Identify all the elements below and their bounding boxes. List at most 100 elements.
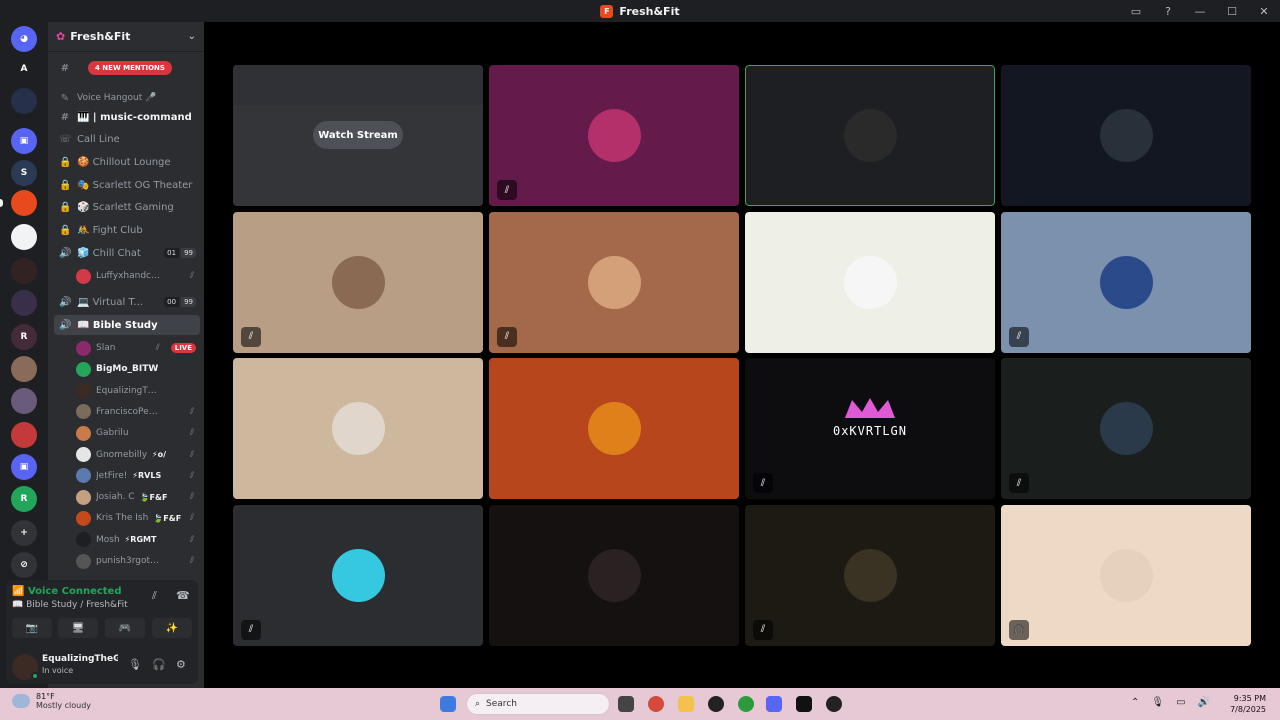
gear-icon[interactable]: ⚙	[176, 658, 186, 671]
server-icon[interactable]: R	[11, 324, 37, 350]
watch-stream-button[interactable]: Watch Stream	[313, 121, 403, 149]
chevron-down-icon[interactable]: ⌄	[188, 31, 196, 42]
server-icon[interactable]: ◕	[11, 26, 37, 52]
participant-tile[interactable]	[233, 358, 483, 499]
volume-icon[interactable]: 🔊	[1198, 697, 1210, 708]
avatar	[1100, 109, 1153, 162]
xbox-icon[interactable]	[738, 696, 754, 712]
weather-widget[interactable]: 81°F Mostly cloudy	[12, 692, 91, 710]
participant-tile[interactable]: ⫽	[489, 211, 739, 353]
disconnect-icon[interactable]: ☎	[176, 589, 190, 602]
server-icon[interactable]	[11, 388, 37, 414]
participant-tile[interactable]	[489, 504, 739, 646]
minimize-button[interactable]: —	[1184, 5, 1216, 18]
avatar	[588, 548, 641, 602]
terminal-icon[interactable]	[796, 696, 812, 712]
participant-tile[interactable]: ⫽	[1001, 211, 1251, 353]
voice-user-name: Mosh	[96, 534, 120, 545]
camera-button[interactable]: 📷	[12, 618, 52, 638]
voice-user[interactable]: Gnomebilly ⚡o/ ⫽	[76, 445, 200, 465]
new-mentions-badge[interactable]: 4 NEW MENTIONS	[88, 61, 172, 75]
inbox-icon[interactable]: ▭	[1120, 5, 1152, 18]
crown-logo-icon	[845, 398, 895, 418]
obs-icon[interactable]	[708, 696, 724, 712]
noise-suppression-icon[interactable]: ⫽	[152, 589, 157, 603]
channel-item[interactable]: 🔒 🎭 Scarlett OG Theater	[54, 175, 200, 195]
voice-user[interactable]: JetFire! ⚡RVLS ⫽	[76, 466, 200, 486]
task-view-icon[interactable]	[618, 696, 634, 712]
channel-item[interactable]: 🔒 🤼 Fight Club	[54, 220, 200, 240]
server-icon[interactable]	[11, 224, 37, 250]
microphone-icon[interactable]: 🎙	[128, 658, 142, 671]
taskbar-search[interactable]: ⌕ Search	[466, 693, 610, 715]
activity-button[interactable]: 🎮	[105, 618, 145, 638]
server-icon[interactable]: ⊘	[11, 552, 37, 578]
participant-tile[interactable]: ⫽	[233, 211, 483, 353]
participant-tile[interactable]: 🎧	[1001, 504, 1251, 646]
server-icon[interactable]: ▣	[11, 454, 37, 480]
server-icon[interactable]	[11, 290, 37, 316]
participant-tile[interactable]	[745, 211, 995, 353]
voice-user[interactable]: Gabrilu ⫽	[76, 423, 200, 443]
screen-share-button[interactable]: 🖥	[58, 618, 98, 638]
soundboard-button[interactable]: ✨	[152, 618, 192, 638]
participant-tile[interactable]: ⫽	[745, 504, 995, 646]
channel-item[interactable]: 🔒 🍪 Chillout Lounge	[54, 152, 200, 172]
server-header[interactable]: ✿ Fresh&Fit ⌄	[48, 22, 204, 52]
channel-item[interactable]: # 🎹 | music-command	[54, 107, 200, 127]
server-icon[interactable]: S	[11, 160, 37, 186]
voice-user[interactable]: Mosh ⚡RGMT ⫽	[76, 530, 200, 550]
channel-type-icon: #	[60, 111, 70, 123]
muted-mic-icon: ⫽	[189, 428, 194, 439]
mic-tray-icon[interactable]: 🎙	[1151, 697, 1164, 708]
server-icon[interactable]: A	[11, 56, 37, 82]
channel-item[interactable]: ☏ Call Line	[54, 129, 200, 149]
taskbar: 81°F Mostly cloudy ⌕ Search ⌃ 🎙 ▭ 🔊 9:35…	[0, 688, 1280, 720]
channel-item[interactable]: 🔊 💻 Virtual T... 00 99	[54, 292, 200, 312]
participant-tile[interactable]	[745, 65, 995, 206]
channel-item[interactable]: 🔒 🎲 Scarlett Gaming	[54, 197, 200, 217]
windows-start-icon[interactable]	[440, 696, 456, 712]
voice-user[interactable]: FranciscoPereira ⫽	[76, 402, 200, 422]
voice-user[interactable]: Kris The Ish 🍃F&F ⫽	[76, 508, 200, 528]
chrome-icon[interactable]	[648, 696, 664, 712]
discord-taskbar-icon[interactable]	[766, 696, 782, 712]
clock[interactable]: 9:35 PM 7/8/2025	[1230, 693, 1266, 715]
muted-mic-icon: ⫽	[1009, 473, 1029, 493]
participant-tile[interactable]: ⫽	[489, 65, 739, 206]
chevron-up-icon[interactable]: ⌃	[1131, 697, 1139, 708]
maximize-button[interactable]: ☐	[1216, 5, 1248, 18]
server-icon[interactable]: R	[11, 486, 37, 512]
channel-item[interactable]: ✎ Voice Hangout 🎤	[54, 88, 200, 108]
voice-user[interactable]: BigMo_BITW	[76, 359, 200, 379]
voice-user[interactable]: EqualizingTheGame...	[76, 381, 200, 401]
server-icon[interactable]	[11, 190, 37, 216]
close-button[interactable]: ✕	[1248, 5, 1280, 18]
participant-tile[interactable]: ⫽	[233, 504, 483, 646]
participant-tile[interactable]: 0xKVRTLGN ⫽	[745, 358, 995, 499]
voice-user[interactable]: Slan ⫽ LIVE	[76, 338, 200, 358]
obs-second-icon[interactable]	[826, 696, 842, 712]
headphones-icon[interactable]: 🎧	[152, 658, 166, 671]
voice-user[interactable]: Josiah. C 🍃F&F ⫽	[76, 487, 200, 507]
server-icon[interactable]	[11, 422, 37, 448]
participant-tile[interactable]	[1001, 65, 1251, 206]
voice-user[interactable]: punish3rgotcha ⫽	[76, 551, 200, 571]
server-icon[interactable]	[11, 356, 37, 382]
server-icon[interactable]: ▣	[11, 128, 37, 154]
user-name[interactable]: EqualizingTheGa...	[42, 654, 118, 664]
server-icon[interactable]: +	[11, 520, 37, 546]
help-icon[interactable]: ?	[1152, 5, 1184, 18]
voice-user[interactable]: Luffyxhandcock ⫽	[76, 266, 200, 286]
voice-status[interactable]: 📶 Voice Connected	[12, 586, 122, 597]
muted-mic-icon: ⫽	[497, 180, 517, 200]
participant-tile[interactable]: ⫽	[1001, 358, 1251, 499]
channel-item[interactable]: 🔊 🧊 Chill Chat 01 99	[54, 243, 200, 263]
channel-item[interactable]: 🔊 📖 Bible Study	[54, 315, 200, 335]
network-icon[interactable]: ▭	[1176, 697, 1185, 708]
file-explorer-icon[interactable]	[678, 696, 694, 712]
server-icon[interactable]	[11, 258, 37, 284]
stream-tile[interactable]: Watch Stream	[233, 65, 483, 206]
participant-tile[interactable]	[489, 358, 739, 499]
server-icon[interactable]	[11, 88, 37, 114]
